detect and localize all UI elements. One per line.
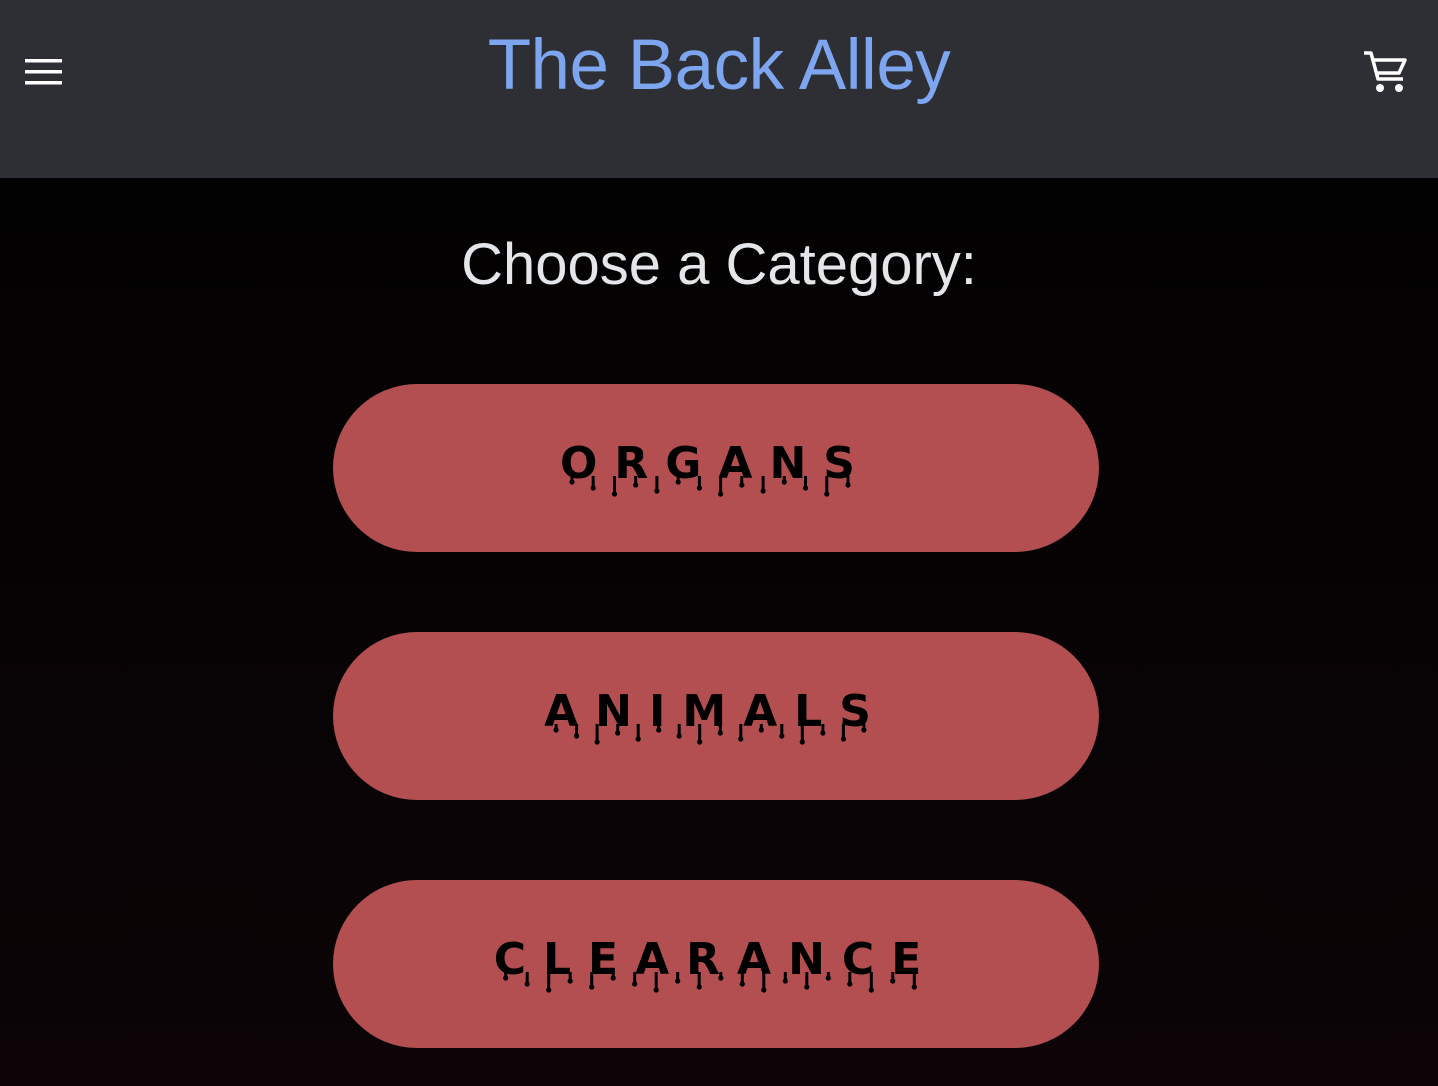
category-label-graphic: ANIMALS <box>544 686 871 745</box>
drip-drop <box>574 733 580 739</box>
drip-drop <box>868 987 874 993</box>
drip-drop <box>761 987 767 993</box>
drip-drop <box>569 479 575 485</box>
drip-drop <box>610 975 616 981</box>
drip-drop <box>781 479 787 485</box>
drip-drop <box>825 975 831 981</box>
drip-mark <box>654 972 658 990</box>
drip-drop <box>782 978 788 984</box>
drip-drop <box>847 981 853 987</box>
drip-drop <box>890 978 896 984</box>
drip-drop <box>653 987 659 993</box>
drip-drop <box>524 981 530 987</box>
drip-drop <box>739 981 745 987</box>
drip-drop <box>675 978 681 984</box>
drip-drop <box>589 984 595 990</box>
drip-mark <box>762 972 766 990</box>
drip-drop <box>656 727 662 733</box>
drip-drop <box>696 485 702 491</box>
drip-drop <box>738 736 744 742</box>
drip-drop <box>804 984 810 990</box>
drip-drop <box>697 739 703 745</box>
drip-drop <box>739 482 745 488</box>
category-button-organs[interactable]: ORGANS <box>333 384 1099 552</box>
drip-drop <box>861 727 867 733</box>
drip-drop <box>840 736 846 742</box>
drip-mark <box>613 476 616 494</box>
drip-drop <box>802 485 809 491</box>
drip-drop <box>675 479 681 485</box>
drip-drop <box>590 485 596 491</box>
drip-mark <box>547 972 551 990</box>
cart-button[interactable] <box>1358 46 1414 100</box>
app-header: The Back Alley <box>0 0 1438 178</box>
drip-mark <box>698 724 702 742</box>
drip-drop <box>779 733 785 739</box>
drip-drop <box>503 975 509 981</box>
drip-drop <box>717 730 723 736</box>
drip-drop <box>820 730 826 736</box>
category-label-graphic: ORGANS <box>560 438 872 497</box>
shopping-cart-icon <box>1364 51 1407 92</box>
drip-drop <box>718 491 724 497</box>
app-title: The Back Alley <box>487 26 951 105</box>
drip-mark <box>595 724 599 742</box>
drip-mark <box>869 972 873 990</box>
drip-mark <box>719 476 723 494</box>
drip-drop <box>633 482 639 488</box>
drip-drop <box>676 733 682 739</box>
drip-drop <box>760 488 766 494</box>
drip-drop <box>845 482 851 488</box>
category-button-animals[interactable]: ANIMALS <box>333 632 1099 800</box>
drip-drop <box>824 491 830 497</box>
drip-drop <box>718 975 724 981</box>
drip-drop <box>594 739 600 745</box>
drip-drop <box>911 984 917 990</box>
drip-mark <box>825 476 829 494</box>
page-heading: Choose a Category: <box>461 232 977 297</box>
category-label: ORGANS <box>560 438 872 489</box>
category-button-clearance[interactable]: CLEARANCE <box>333 880 1099 1048</box>
drip-drop <box>567 978 573 984</box>
drip-drop <box>758 727 764 733</box>
drip-drop <box>615 730 621 736</box>
drip-drop <box>632 981 638 987</box>
category-label-graphic: CLEARANCE <box>494 934 921 993</box>
drip-mark <box>800 724 804 742</box>
drip-drop <box>635 736 641 742</box>
drip-drop <box>799 739 805 745</box>
drip-drop <box>553 727 559 733</box>
drip-drop <box>654 488 660 494</box>
drip-drop <box>611 491 618 497</box>
drip-drop <box>546 987 552 993</box>
drip-drop <box>696 984 702 990</box>
